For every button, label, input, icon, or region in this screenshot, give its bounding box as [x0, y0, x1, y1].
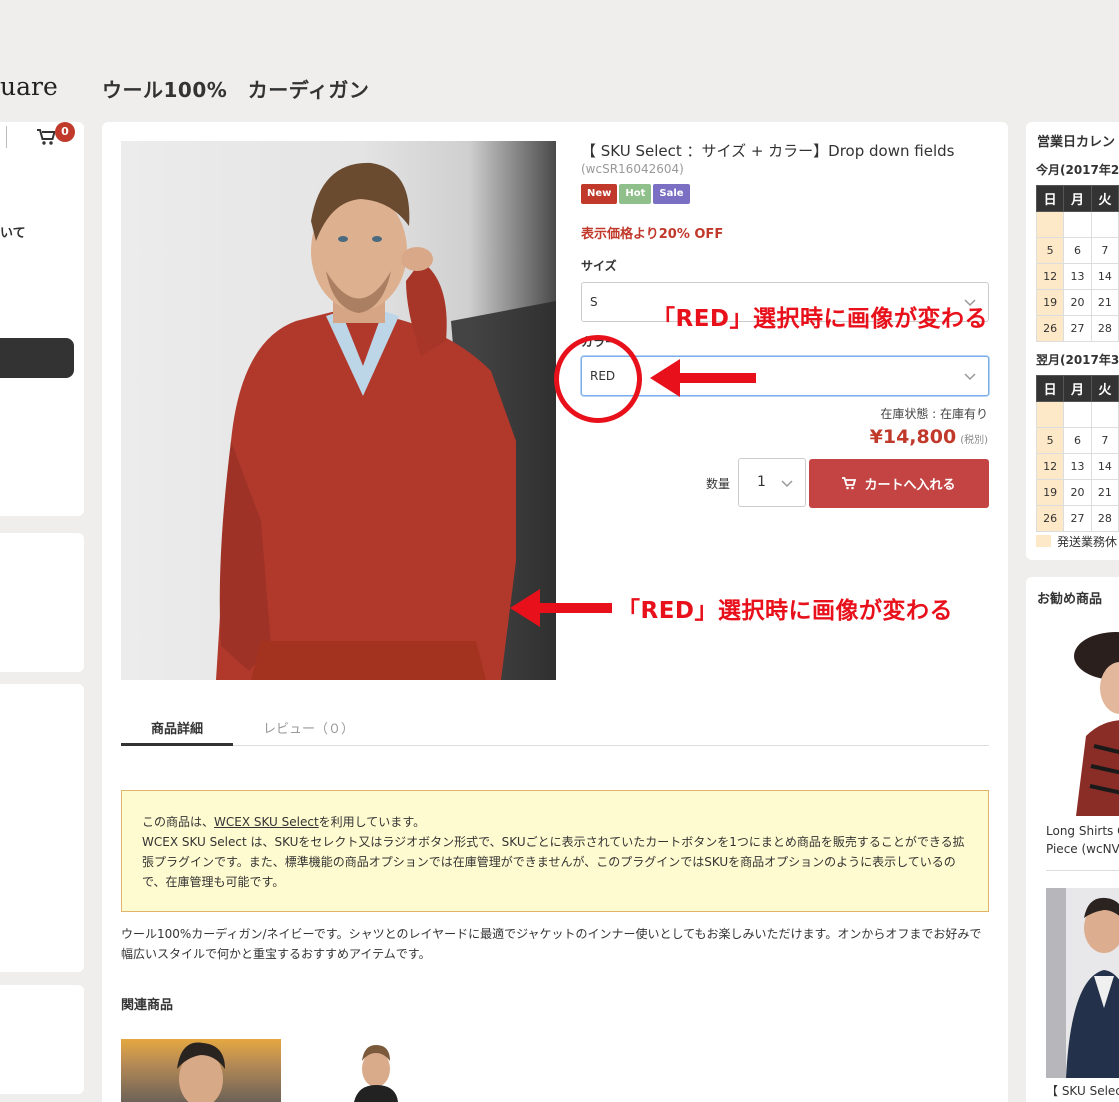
add-to-cart-label: カートへ入れる: [864, 478, 956, 493]
quantity-label: 数量: [706, 477, 731, 491]
recommended-product-image[interactable]: [1046, 626, 1119, 816]
product-badges: New Hot Sale: [581, 184, 690, 204]
chevron-down-icon: [964, 373, 976, 381]
annotation-arrow: [650, 359, 756, 397]
product-description: ウール100%カーディガン/ネイビーです。シャツとのレイヤードに最適でジャケット…: [121, 927, 982, 961]
calendar-legend: 発送業務休: [1036, 533, 1117, 550]
cart-count-badge: 0: [55, 122, 75, 142]
add-to-cart-button[interactable]: カートへ入れる: [809, 459, 989, 508]
quantity-select[interactable]: 1: [738, 458, 806, 507]
badge-new: New: [581, 184, 618, 204]
recommended-product-name[interactable]: Long Shirts O Piece (wcNV: [1046, 822, 1119, 858]
page-title: ウール100% カーディガン: [102, 78, 370, 102]
calendar-title: 営業日カレン: [1037, 135, 1116, 150]
product-code: (wcSR16042604): [581, 162, 684, 176]
product-image: [121, 141, 556, 680]
site-logo[interactable]: uare: [0, 72, 58, 101]
discount-note: 表示価格より20% OFF: [581, 227, 724, 242]
annotation-text: 「RED」選択時に画像が変わる: [652, 306, 989, 332]
annotation-text: 「RED」選択時に画像が変わる: [617, 598, 954, 624]
related-product-image[interactable]: [121, 1039, 281, 1102]
left-sidebar-card: [0, 533, 84, 672]
holiday-swatch: [1036, 535, 1051, 547]
sidebar-button[interactable]: [0, 338, 74, 378]
product-name: 【 SKU Select ：サイズ + カラー】Drop down fields: [581, 142, 955, 160]
sku-select-link[interactable]: WCEX SKU Select: [214, 815, 319, 829]
divider: [1046, 870, 1119, 871]
header-divider: [6, 126, 7, 148]
recommended-product-name-line: Long Shirts O: [1046, 824, 1119, 838]
left-sidebar-card: [0, 122, 84, 516]
recommended-product-image[interactable]: [1046, 888, 1119, 1078]
annotation-arrow: [510, 589, 612, 627]
notice-suffix: を利用しています。: [318, 815, 426, 829]
price-tax-note: (税別): [960, 435, 988, 446]
tab-product-details[interactable]: 商品詳細: [151, 718, 203, 737]
sidebar-nav-item[interactable]: いて: [0, 222, 26, 241]
recommended-product-name-line: Piece (wcNV: [1046, 842, 1119, 856]
cart-icon: [842, 477, 857, 490]
quantity-value: 1: [757, 474, 766, 490]
left-sidebar-card: [0, 684, 84, 972]
price-block: ¥14,800 (税別): [700, 426, 988, 448]
related-product-image[interactable]: [340, 1039, 420, 1102]
calendar-legend-text: 発送業務休: [1057, 535, 1118, 549]
color-select[interactable]: RED: [581, 356, 989, 396]
active-tab-indicator: [121, 743, 233, 746]
chevron-down-icon: [781, 480, 793, 488]
price-amount: ¥14,800: [869, 426, 957, 448]
badge-hot: Hot: [619, 184, 652, 204]
notice-body: WCEX SKU Select は、SKUをセレクト又はラジオボタン形式で、SK…: [142, 835, 965, 889]
product-tabs: 商品詳細 レビュー（０）: [121, 712, 989, 746]
related-products-heading: 関連商品: [121, 998, 174, 1013]
calendar-month-current: 今月(2017年2月: [1036, 163, 1119, 177]
recommended-product-name[interactable]: 【 SKU Selec: [1046, 1082, 1119, 1099]
size-label: サイズ: [581, 259, 617, 273]
tab-reviews[interactable]: レビュー（０）: [263, 718, 354, 737]
annotation-circle: [554, 335, 642, 423]
calendar-month-next: 翌月(2017年3月: [1036, 353, 1119, 367]
notice-prefix: この商品は、: [142, 815, 215, 829]
calendar-next: 日月火 567 12 13 14 19 20 21 26 27 28: [1035, 375, 1119, 532]
plugin-notice: この商品は、WCEX SKU Selectを利用しています。 WCEX SKU …: [121, 790, 989, 912]
recommend-heading: お勧め商品: [1037, 592, 1103, 607]
size-select-value: S: [590, 295, 598, 309]
badge-sale: Sale: [653, 184, 690, 204]
left-sidebar-card: [0, 985, 84, 1094]
cart-icon[interactable]: [36, 128, 56, 146]
calendar-current: 日月火 567 12 13 14 19 20 21 26 27 28: [1035, 185, 1119, 342]
stock-status: 在庫状態 : 在庫有り: [880, 407, 988, 421]
